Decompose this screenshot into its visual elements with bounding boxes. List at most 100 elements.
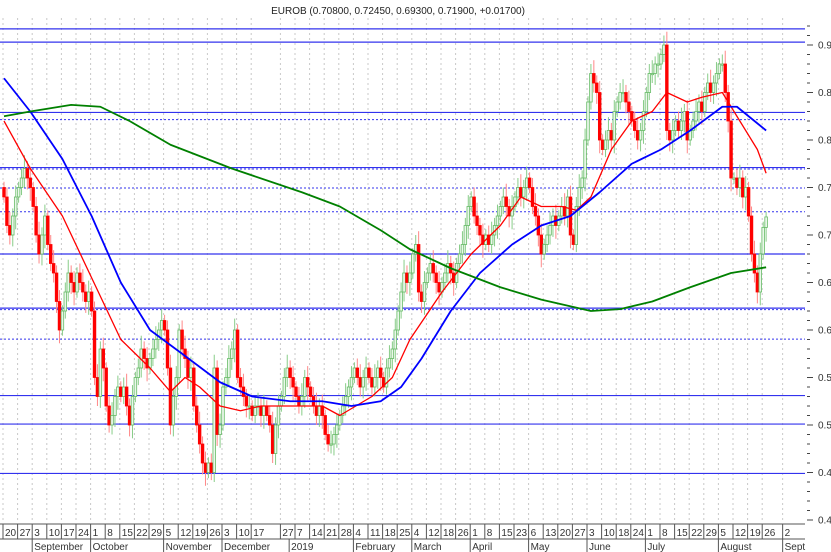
week-label: 12	[735, 528, 747, 539]
y-tick-label: 0.60	[818, 326, 831, 337]
week-label: 5	[720, 528, 726, 539]
week-label: 1	[472, 528, 478, 539]
candle-up	[650, 73, 654, 76]
candle-up	[548, 225, 552, 236]
candle-down	[8, 225, 12, 236]
y-tick-label: 0.90	[818, 41, 831, 52]
candle-down	[195, 405, 199, 426]
candle-up	[703, 92, 707, 112]
candle-up	[212, 367, 216, 473]
week-label: 8	[662, 528, 668, 539]
candle-up	[16, 187, 21, 198]
candle-up	[303, 377, 307, 397]
candle-up	[189, 367, 193, 378]
y-tick-label: 0.80	[818, 136, 831, 147]
candle-down	[78, 272, 82, 283]
week-label: 2	[785, 528, 791, 539]
candle-down	[28, 177, 32, 188]
week-label: 19	[750, 528, 762, 539]
week-label: 17	[63, 528, 75, 539]
week-label: 27	[282, 528, 294, 539]
month-label: October	[93, 542, 129, 552]
candle-up	[761, 226, 765, 255]
candle-down	[437, 282, 441, 293]
candle-up	[43, 215, 47, 236]
candle-up	[116, 386, 120, 397]
candle-down	[72, 282, 76, 293]
candle-down	[180, 329, 184, 350]
candle-up	[618, 92, 622, 103]
candle-up	[697, 101, 701, 112]
month-label: March	[414, 542, 442, 552]
candle-up	[606, 130, 611, 141]
week-label: 21	[326, 528, 338, 539]
candle-down	[69, 272, 73, 283]
candle-up	[390, 348, 395, 359]
moving-averages	[3, 77, 767, 417]
candle-up	[495, 215, 500, 226]
candle-down	[741, 177, 745, 198]
candle-down	[723, 63, 727, 93]
candle-up	[285, 367, 289, 378]
candle-up	[230, 348, 234, 359]
candle-down	[119, 386, 123, 397]
candle-up	[40, 234, 44, 255]
candle-down	[475, 215, 479, 226]
candle-up	[583, 139, 587, 179]
week-label: 29	[151, 528, 163, 539]
candle-up	[443, 272, 447, 283]
candle-down	[571, 234, 576, 245]
candle-up	[498, 206, 503, 217]
candle-up	[396, 310, 400, 331]
candle-up	[732, 177, 736, 180]
candle-down	[209, 462, 214, 473]
candle-up	[577, 187, 581, 207]
candle-down	[609, 130, 614, 141]
candle-up	[393, 329, 397, 350]
candle-up	[376, 367, 380, 378]
candle-up	[615, 101, 619, 112]
candle-down	[314, 405, 319, 416]
candle-up	[743, 187, 748, 198]
month-label: June	[589, 542, 611, 552]
candle-down	[270, 424, 275, 454]
candle-up	[542, 244, 546, 255]
candle-up	[262, 405, 266, 416]
week-label: 22	[136, 528, 148, 539]
candle-down	[81, 282, 85, 293]
candlestick-chart: 0.40 0.45 0.50 0.55 0.60 0.65 0.70 0.75 0.80 0.85…	[0, 6, 831, 552]
candle-up	[276, 405, 281, 426]
candle-up	[738, 177, 742, 188]
candle-down	[708, 82, 713, 93]
y-tick-label: 0.40	[818, 516, 831, 527]
candle-down	[472, 196, 476, 217]
candle-up	[589, 73, 593, 103]
candle-up	[19, 177, 24, 188]
candle-down	[37, 234, 41, 255]
candle-down	[527, 177, 532, 188]
week-label: 10	[239, 528, 251, 539]
candle-up	[159, 320, 164, 331]
candle-down	[54, 272, 59, 302]
candle-up	[720, 63, 725, 66]
week-label: 26	[209, 528, 221, 539]
candle-up	[653, 63, 657, 74]
week-label: 17	[253, 528, 265, 539]
candle-down	[355, 367, 360, 378]
week-label: 10	[604, 528, 616, 539]
candle-up	[387, 358, 392, 369]
week-label: 28	[341, 528, 353, 539]
month-label: May	[531, 542, 550, 552]
week-label: 7	[297, 528, 303, 539]
candle-down	[308, 386, 313, 397]
week-label: 19	[195, 528, 207, 539]
candle-down	[685, 111, 689, 141]
candle-down	[504, 196, 508, 207]
month-label: Sept	[785, 542, 806, 552]
y-axis: 0.40 0.45 0.50 0.55 0.60 0.65 0.70 0.75 0.80 0.85…	[807, 25, 831, 527]
month-label: November	[166, 542, 213, 552]
candle-down	[530, 187, 535, 207]
candle-up	[279, 396, 284, 407]
candle-down	[107, 405, 111, 426]
candle-up	[346, 386, 351, 397]
